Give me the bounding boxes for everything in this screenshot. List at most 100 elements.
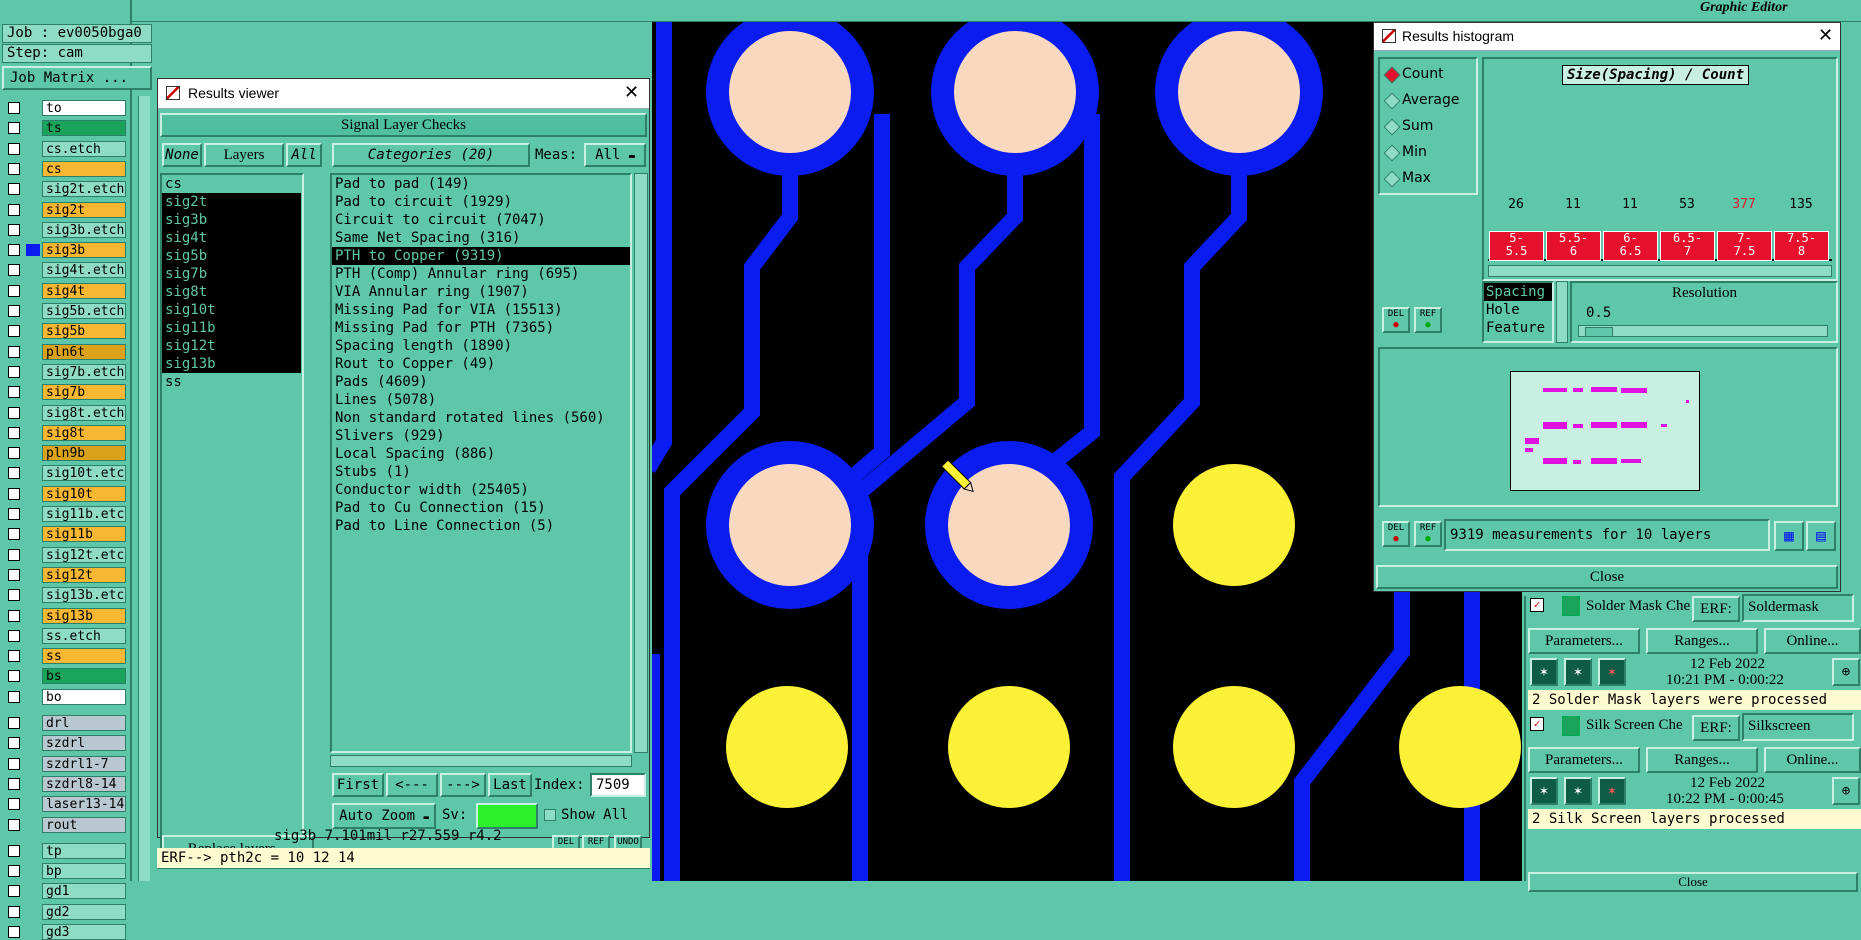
- layer-row[interactable]: sig10t.etch: [4, 465, 126, 482]
- layer-checkbox[interactable]: [8, 670, 20, 683]
- run-icon[interactable]: ✶: [1530, 658, 1558, 686]
- layer-checkbox[interactable]: [8, 102, 20, 114]
- sv-color-dropdown[interactable]: [476, 803, 538, 829]
- layer-row[interactable]: ss: [4, 648, 126, 665]
- run-icon[interactable]: ✶: [1530, 777, 1558, 805]
- layer-name[interactable]: sig5b.etch: [42, 303, 126, 319]
- layer-row[interactable]: szdrl8-14: [4, 775, 126, 792]
- bin-label[interactable]: 6.5- 7: [1660, 231, 1715, 261]
- layer-row[interactable]: gd3: [4, 924, 126, 940]
- layer-filter-item[interactable]: sig13b: [162, 355, 301, 373]
- category-item[interactable]: Stubs (1): [332, 463, 630, 481]
- feature-type-item[interactable]: Spacing: [1484, 283, 1552, 301]
- layer-name[interactable]: sig5b: [42, 323, 126, 340]
- layer-row[interactable]: to: [4, 100, 126, 116]
- category-item[interactable]: Same Net Spacing (316): [332, 229, 630, 247]
- layer-name[interactable]: ss.etch: [42, 627, 126, 644]
- layer-name[interactable]: to: [42, 100, 126, 116]
- layer-checkbox[interactable]: [8, 284, 20, 297]
- bin-label[interactable]: 6- 6.5: [1603, 231, 1658, 261]
- layer-name[interactable]: sig11b: [42, 526, 126, 543]
- histogram-hscrollbar[interactable]: [1488, 265, 1832, 277]
- layer-checkbox[interactable]: [8, 162, 20, 175]
- show-all-checkbox[interactable]: [544, 809, 556, 821]
- layer-name[interactable]: gd2: [42, 903, 126, 920]
- layer-name[interactable]: bo: [42, 688, 126, 705]
- layer-checkbox[interactable]: [8, 203, 20, 216]
- category-list-hscrollbar[interactable]: [330, 755, 632, 767]
- none-button[interactable]: None: [162, 143, 202, 167]
- layer-checkbox[interactable]: [8, 589, 20, 602]
- layer-filter-item[interactable]: sig2t: [162, 193, 301, 211]
- layer-checkbox[interactable]: [8, 487, 20, 500]
- category-item[interactable]: Slivers (929): [332, 427, 630, 445]
- layer-name[interactable]: ts: [42, 120, 126, 137]
- layer-row[interactable]: sig12t.etch: [4, 546, 126, 563]
- category-item[interactable]: Pad to pad (149): [332, 175, 630, 193]
- feature-type-item[interactable]: Feature: [1484, 319, 1552, 337]
- category-item[interactable]: Conductor width (25405): [332, 481, 630, 499]
- category-item[interactable]: Pads (4609): [332, 373, 630, 391]
- category-item[interactable]: Non standard rotated lines (560): [332, 409, 630, 427]
- feature-type-scrollbar[interactable]: [1556, 281, 1568, 343]
- histogram-layout-icon[interactable]: ▤: [1806, 521, 1836, 551]
- layer-name[interactable]: drl: [42, 715, 126, 731]
- category-item[interactable]: Missing Pad for PTH (7365): [332, 319, 630, 337]
- layer-row[interactable]: sig4t.etch: [4, 262, 126, 279]
- layer-checkbox[interactable]: [8, 717, 20, 729]
- layer-row[interactable]: bp: [4, 863, 126, 880]
- layer-row[interactable]: sig10t: [4, 485, 126, 502]
- category-item[interactable]: PTH to Copper (9319): [332, 247, 630, 265]
- zoom-icon[interactable]: ⊕: [1832, 777, 1860, 805]
- silk-online-button[interactable]: Online...: [1764, 747, 1861, 773]
- last-button[interactable]: Last: [488, 773, 532, 797]
- layer-name[interactable]: sig12t: [42, 566, 126, 583]
- layer-name[interactable]: szdrl8-14: [42, 775, 126, 792]
- layer-row[interactable]: sig8t: [4, 424, 126, 441]
- layer-row[interactable]: sig11b: [4, 526, 126, 543]
- layer-name[interactable]: sig2t.etch: [42, 181, 126, 198]
- all-button[interactable]: All: [286, 143, 322, 167]
- layer-row[interactable]: sig7b.etch: [4, 363, 126, 380]
- feature-type-list[interactable]: Spacing Hole Feature: [1482, 281, 1554, 343]
- silk-erf-field[interactable]: Silkscreen: [1742, 713, 1854, 741]
- category-item[interactable]: VIA Annular ring (1907): [332, 283, 630, 301]
- layer-filter-item[interactable]: sig8t: [162, 283, 301, 301]
- layer-row[interactable]: sig5b.etch: [4, 303, 126, 319]
- auto-zoom-dropdown[interactable]: Auto Zoom ▬: [332, 803, 436, 829]
- feature-type-item[interactable]: Hole: [1484, 301, 1552, 319]
- layer-filter-item[interactable]: sig11b: [162, 319, 301, 337]
- layer-row[interactable]: sig4t: [4, 282, 126, 299]
- layer-filter-item[interactable]: sig10t: [162, 301, 301, 319]
- layer-checkbox[interactable]: [8, 609, 20, 622]
- category-item[interactable]: Spacing length (1890): [332, 337, 630, 355]
- layer-checkbox[interactable]: [8, 844, 20, 857]
- layer-name[interactable]: ss: [42, 648, 126, 665]
- bin-label[interactable]: 5- 5.5: [1489, 231, 1544, 261]
- layer-checkbox[interactable]: [8, 244, 20, 257]
- layer-filter-item[interactable]: sig3b: [162, 211, 301, 229]
- layer-name[interactable]: cs.etch: [42, 140, 126, 157]
- layer-checkbox[interactable]: [8, 650, 20, 663]
- layer-filter-list[interactable]: cs sig2t sig3b sig4t sig5b sig7b sig8t sig10t si…: [160, 173, 304, 865]
- layer-checkbox[interactable]: [8, 528, 20, 541]
- layer-row[interactable]: sig8t.etch: [4, 404, 126, 421]
- mode-radio[interactable]: Count: [1380, 61, 1476, 87]
- resolution-slider[interactable]: [1578, 325, 1828, 337]
- next-button[interactable]: --->: [440, 773, 486, 797]
- layer-checkbox[interactable]: [8, 305, 20, 317]
- layer-checkbox[interactable]: [8, 818, 20, 831]
- first-button[interactable]: First: [332, 773, 384, 797]
- layer-row[interactable]: ss.etch: [4, 627, 126, 644]
- close-icon[interactable]: ✕: [624, 82, 639, 103]
- layer-row[interactable]: gd2: [4, 903, 126, 920]
- layer-filter-item[interactable]: sig7b: [162, 265, 301, 283]
- layer-row[interactable]: pln6t: [4, 343, 126, 360]
- histogram-titlebar[interactable]: Results histogram ✕: [1374, 23, 1840, 51]
- layer-checkbox[interactable]: [8, 629, 20, 642]
- category-item[interactable]: Pad to Line Connection (5): [332, 517, 630, 535]
- job-matrix-button[interactable]: Job Matrix ...: [2, 66, 152, 90]
- solder-ranges-button[interactable]: Ranges...: [1646, 628, 1758, 654]
- layer-checkbox[interactable]: [8, 386, 20, 399]
- layer-row[interactable]: ts: [4, 120, 126, 137]
